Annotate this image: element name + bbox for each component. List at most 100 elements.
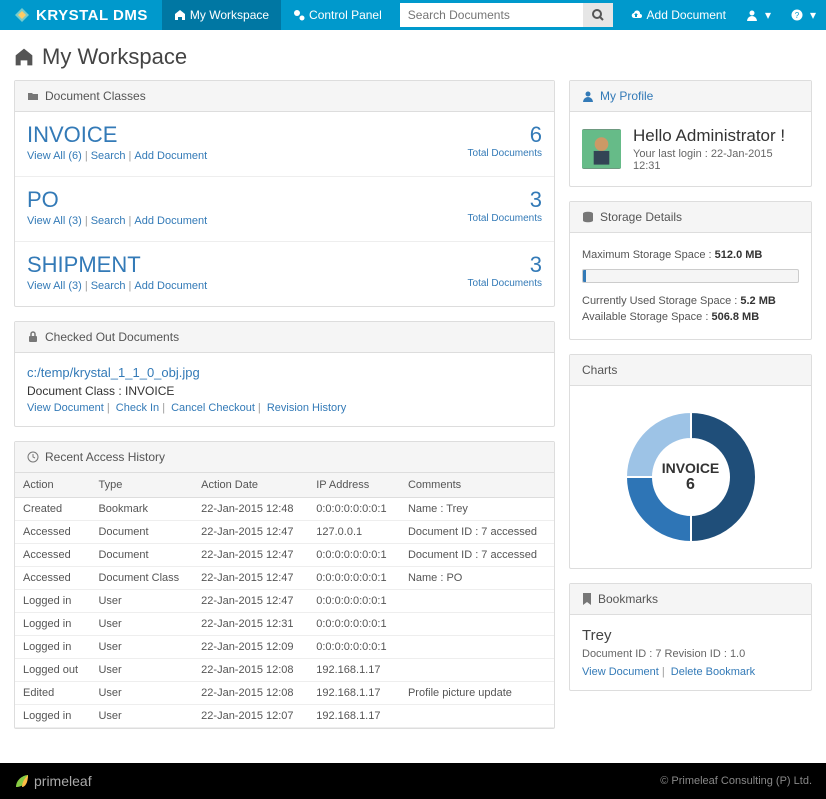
link-view-all[interactable]: View All (3): [27, 280, 82, 292]
col-date: Action Date: [193, 473, 308, 498]
link-view-document[interactable]: View Document: [27, 402, 104, 414]
folder-open-icon: [27, 90, 39, 102]
caret-down-icon: ▾: [765, 8, 771, 22]
link-revision-history[interactable]: Revision History: [267, 402, 346, 414]
col-comments: Comments: [400, 473, 554, 498]
table-row: Logged inUser22-Jan-2015 12:090:0:0:0:0:…: [15, 636, 554, 659]
search-wrap: [394, 0, 619, 30]
link-my-profile[interactable]: My Profile: [600, 89, 653, 103]
link-view-all[interactable]: View All (6): [27, 150, 82, 162]
footer: primeleaf © Primeleaf Consulting (P) Ltd…: [0, 763, 826, 799]
panel-my-profile: My Profile Hello Administrator ! Your la…: [569, 80, 812, 187]
bookmark-name: Trey: [582, 627, 799, 644]
doc-class-count: 6: [468, 122, 542, 148]
search-input[interactable]: [400, 3, 583, 27]
avatar: [582, 129, 621, 169]
link-check-in[interactable]: Check In: [116, 402, 159, 414]
home-icon: [174, 9, 186, 21]
doc-class-total: Total Documents: [468, 148, 542, 159]
panel-checked-out: Checked Out Documents c:/temp/krystal_1_…: [14, 321, 555, 427]
user-icon: [582, 90, 594, 102]
leaf-icon: [14, 773, 30, 789]
history-table: Action Type Action Date IP Address Comme…: [15, 473, 554, 728]
link-add-document[interactable]: Add Document: [134, 150, 207, 162]
link-view-document[interactable]: View Document: [582, 666, 659, 678]
doc-class-item: INVOICEView All (6)|Search|Add Document6…: [15, 112, 554, 177]
col-type: Type: [90, 473, 193, 498]
table-row: Logged inUser22-Jan-2015 12:470:0:0:0:0:…: [15, 590, 554, 613]
nav-label: Add Document: [647, 8, 726, 22]
table-row: AccessedDocument22-Jan-2015 12:47127.0.0…: [15, 521, 554, 544]
panel-heading: Bookmarks: [570, 584, 811, 615]
nav-help-menu[interactable]: ? ▾: [781, 0, 826, 30]
doc-class-count: 3: [468, 252, 542, 278]
table-row: Logged inUser22-Jan-2015 12:310:0:0:0:0:…: [15, 613, 554, 636]
storage-max: Maximum Storage Space : 512.0 MB: [582, 249, 799, 261]
table-row: CreatedBookmark22-Jan-2015 12:480:0:0:0:…: [15, 498, 554, 521]
svg-text:?: ?: [795, 11, 800, 20]
storage-progress: [582, 269, 799, 283]
link-view-all[interactable]: View All (3): [27, 215, 82, 227]
navbar: KRYSTAL DMS My Workspace Control Panel A…: [0, 0, 826, 30]
doc-class-item: SHIPMENTView All (3)|Search|Add Document…: [15, 242, 554, 306]
link-cancel-checkout[interactable]: Cancel Checkout: [171, 402, 255, 414]
link-search[interactable]: Search: [91, 215, 126, 227]
lock-icon: [27, 331, 39, 343]
link-add-document[interactable]: Add Document: [134, 280, 207, 292]
checked-out-file-link[interactable]: c:/temp/krystal_1_1_0_obj.jpg: [27, 365, 200, 380]
bookmark-icon: [582, 593, 592, 605]
panel-document-classes: Document Classes INVOICEView All (6)|Sea…: [14, 80, 555, 307]
panel-heading: Checked Out Documents: [15, 322, 554, 353]
doc-class-total: Total Documents: [468, 213, 542, 224]
doc-class-name[interactable]: SHIPMENT: [27, 252, 468, 278]
search-button[interactable]: [583, 3, 613, 27]
donut-chart: INVOICE 6: [616, 402, 766, 552]
clock-icon: [27, 451, 39, 463]
table-row: Logged outUser22-Jan-2015 12:08192.168.1…: [15, 659, 554, 682]
panel-storage: Storage Details Maximum Storage Space : …: [569, 201, 812, 340]
doc-class-count: 3: [468, 187, 542, 213]
home-icon: [14, 47, 34, 67]
doc-class-name[interactable]: PO: [27, 187, 468, 213]
panel-bookmarks: Bookmarks Trey Document ID : 7 Revision …: [569, 583, 812, 691]
nav-control-panel[interactable]: Control Panel: [281, 0, 394, 30]
chart-center-value: 6: [686, 476, 695, 494]
doc-class-item: POView All (3)|Search|Add Document3Total…: [15, 177, 554, 242]
link-search[interactable]: Search: [91, 150, 126, 162]
profile-last-login: Your last login : 22-Jan-2015 12:31: [633, 148, 799, 172]
link-add-document[interactable]: Add Document: [134, 215, 207, 227]
chart-center-label: INVOICE: [662, 460, 720, 476]
doc-class-name[interactable]: INVOICE: [27, 122, 468, 148]
gears-icon: [293, 9, 305, 21]
user-icon: [746, 9, 758, 21]
brand[interactable]: KRYSTAL DMS: [0, 0, 162, 30]
col-ip: IP Address: [308, 473, 400, 498]
nav-my-workspace[interactable]: My Workspace: [162, 0, 281, 30]
panel-heading: Charts: [570, 355, 811, 386]
brand-label: KRYSTAL DMS: [36, 7, 148, 24]
nav-label: Control Panel: [309, 8, 382, 22]
footer-copyright: © Primeleaf Consulting (P) Ltd.: [660, 775, 812, 787]
caret-down-icon: ▾: [810, 8, 816, 22]
panel-heading: Document Classes: [15, 81, 554, 112]
table-row: Logged inUser22-Jan-2015 12:07192.168.1.…: [15, 705, 554, 728]
col-action: Action: [15, 473, 90, 498]
panel-heading: My Profile: [570, 81, 811, 112]
link-delete-bookmark[interactable]: Delete Bookmark: [671, 666, 755, 678]
footer-brand[interactable]: primeleaf: [14, 773, 92, 789]
nav-label: My Workspace: [190, 8, 269, 22]
nav-add-document[interactable]: Add Document: [619, 0, 736, 30]
link-search[interactable]: Search: [91, 280, 126, 292]
search-icon: [592, 9, 604, 21]
profile-greeting: Hello Administrator !: [633, 126, 799, 146]
panel-charts: Charts INVOICE 6: [569, 354, 812, 569]
panel-heading: Recent Access History: [15, 442, 554, 473]
table-row: EditedUser22-Jan-2015 12:08192.168.1.17P…: [15, 682, 554, 705]
page-title: My Workspace: [14, 44, 812, 70]
panel-heading: Storage Details: [570, 202, 811, 233]
database-icon: [582, 211, 594, 223]
help-icon: ?: [791, 9, 803, 21]
table-row: AccessedDocument22-Jan-2015 12:470:0:0:0…: [15, 544, 554, 567]
logo-icon: [14, 7, 30, 23]
nav-user-menu[interactable]: ▾: [736, 0, 781, 30]
